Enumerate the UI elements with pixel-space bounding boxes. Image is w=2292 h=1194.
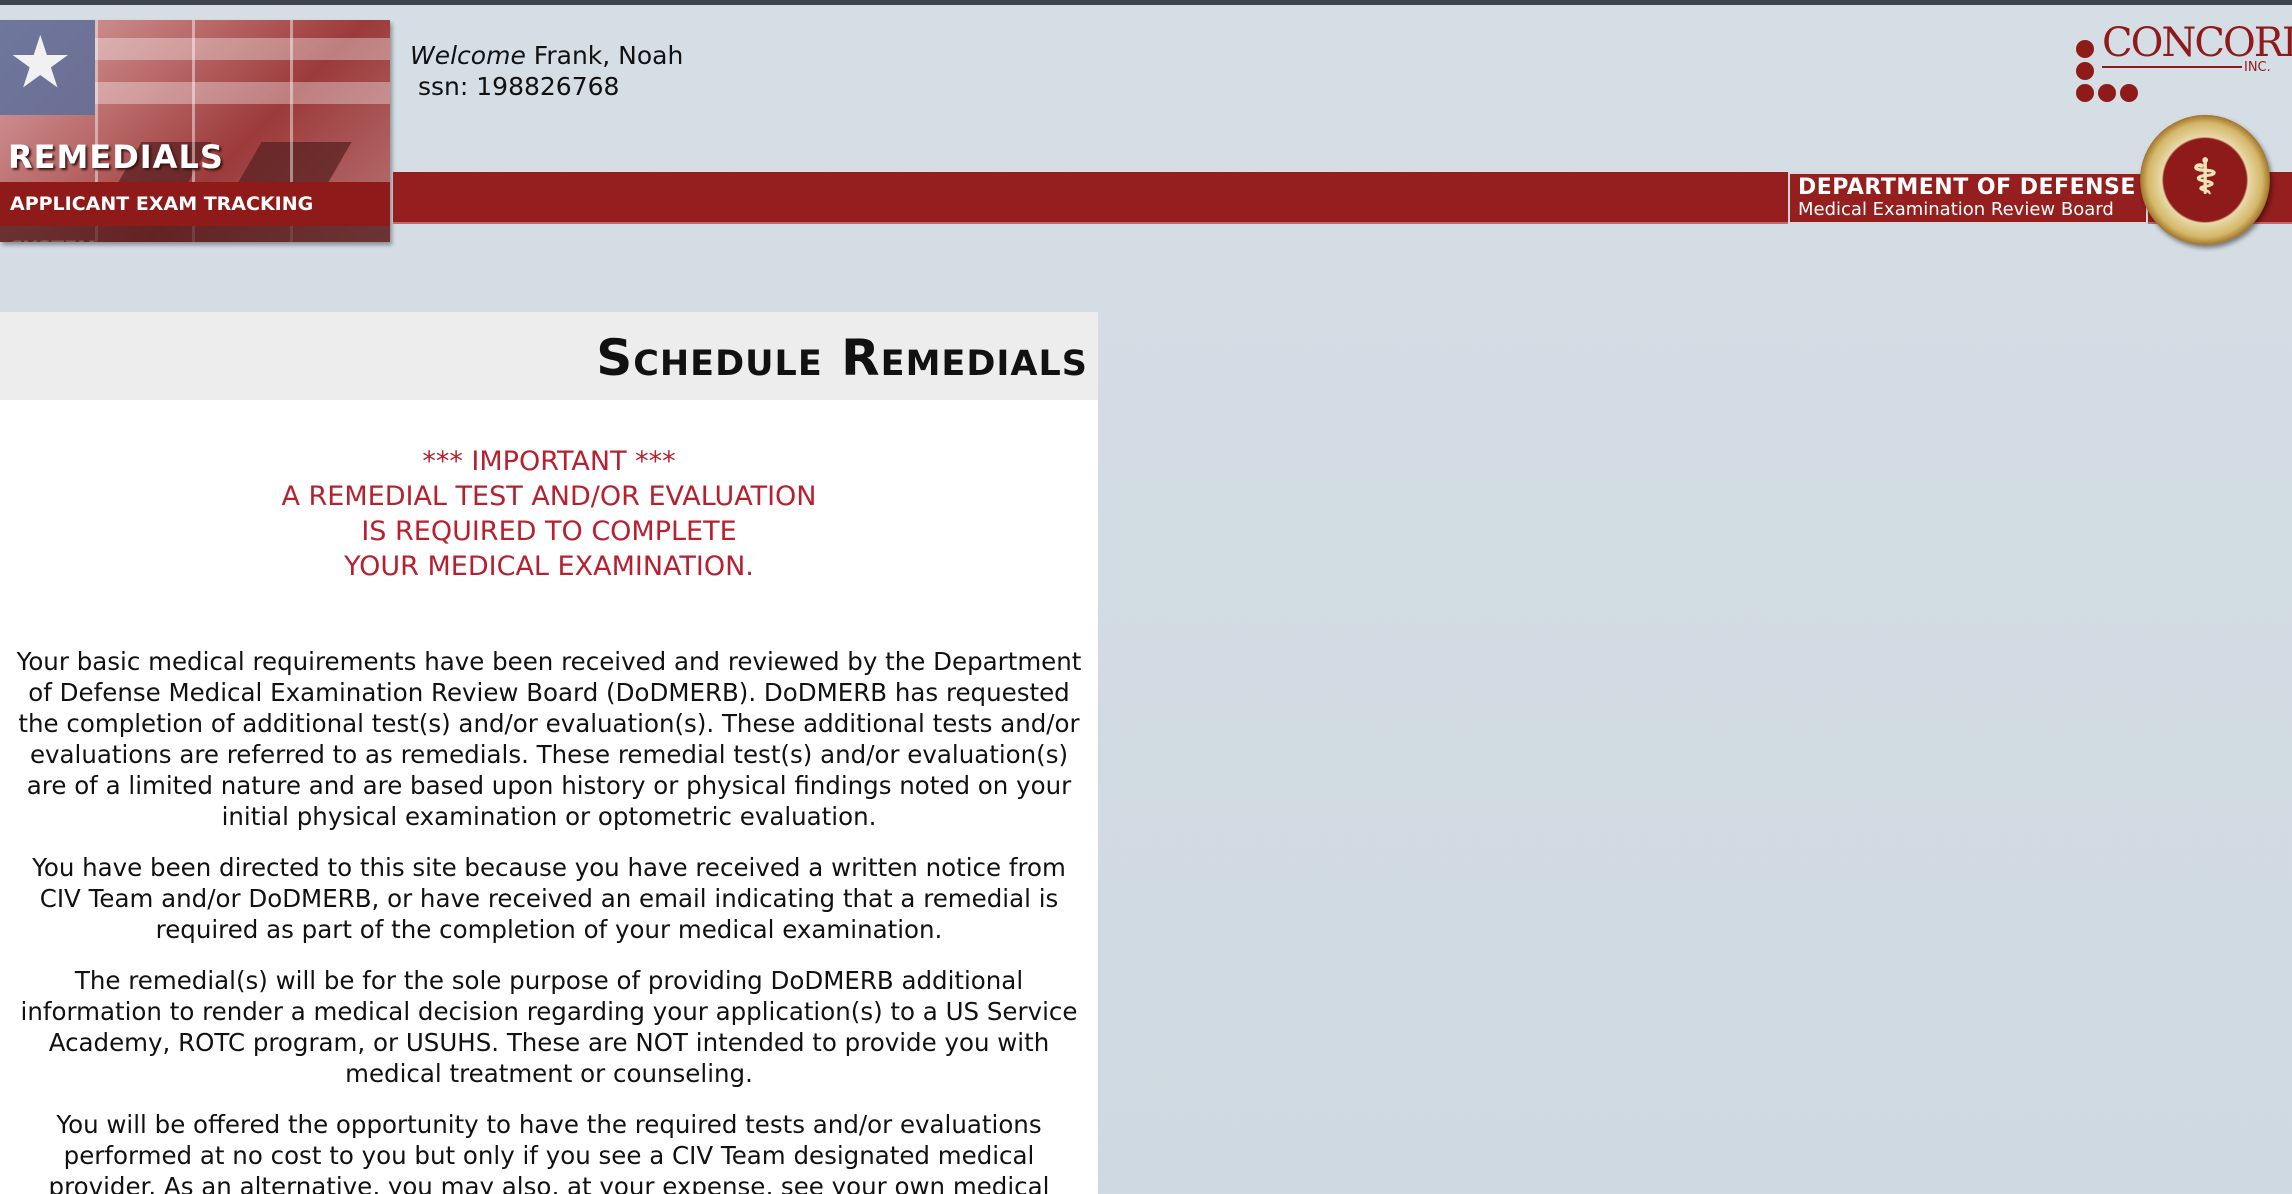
dod-badge: DEPARTMENT OF DEFENSE Medical Examinatio… (1788, 172, 2148, 224)
logo-dot (2076, 40, 2094, 58)
page-title: Schedule Remedials (596, 329, 1088, 387)
banner-bottom-strip (0, 226, 390, 242)
welcome-message: Welcome Frank, Noah (410, 40, 683, 71)
seal-emblem-icon: ⚕ (2192, 149, 2218, 205)
important-line: *** IMPORTANT *** (422, 446, 676, 477)
star-icon: ★ (8, 20, 73, 104)
flag-stripe (95, 38, 390, 60)
flag-stripe (95, 82, 390, 104)
banner-title: REMEDIALS (8, 138, 224, 176)
company-suffix: INC. (2244, 60, 2271, 75)
soldier-silhouette (238, 142, 352, 182)
important-line: IS REQUIRED TO COMPLETE (361, 516, 737, 547)
concorde-logo: CONCORDE INC. (2072, 20, 2292, 104)
logo-dot (2098, 84, 2116, 102)
ssn-label: ssn: (418, 72, 469, 101)
logo-dot (2076, 84, 2094, 102)
logo-dot (2076, 62, 2094, 80)
paragraph: Your basic medical requirements have bee… (16, 647, 1082, 831)
main-content-panel: Schedule Remedials *** IMPORTANT *** A R… (0, 312, 1098, 1194)
top-border (0, 0, 2292, 5)
dodmerb-seal-icon: ⚕ (2140, 115, 2270, 245)
dept-board: Medical Examination Review Board (1798, 199, 2114, 220)
dept-name: DEPARTMENT OF DEFENSE (1798, 175, 2136, 200)
instructions-text: Your basic medical requirements have bee… (0, 646, 1098, 1194)
important-notice: *** IMPORTANT *** A REMEDIAL TEST AND/OR… (0, 444, 1098, 584)
important-line: A REMEDIAL TEST AND/OR EVALUATION (281, 481, 817, 512)
paragraph: The remedial(s) will be for the sole pur… (20, 966, 1078, 1088)
banner-subtitle: APPLICANT EXAM TRACKING SYSTEM (0, 182, 390, 242)
logo-underline (2102, 66, 2242, 68)
logo-dot (2120, 84, 2138, 102)
welcome-prefix: Welcome (410, 41, 526, 70)
user-name: Frank, Noah (533, 41, 684, 70)
ssn-value: 198826768 (476, 72, 620, 101)
paragraph: You have been directed to this site beca… (32, 853, 1066, 944)
paragraph: You will be offered the opportunity to h… (48, 1110, 1050, 1194)
remedials-banner-logo: ★ REMEDIALS APPLICANT EXAM TRACKING SYST… (0, 20, 390, 242)
important-line: YOUR MEDICAL EXAMINATION. (344, 551, 754, 582)
page-header: Schedule Remedials (0, 312, 1098, 400)
ssn-line: ssn: 198826768 (418, 72, 619, 101)
